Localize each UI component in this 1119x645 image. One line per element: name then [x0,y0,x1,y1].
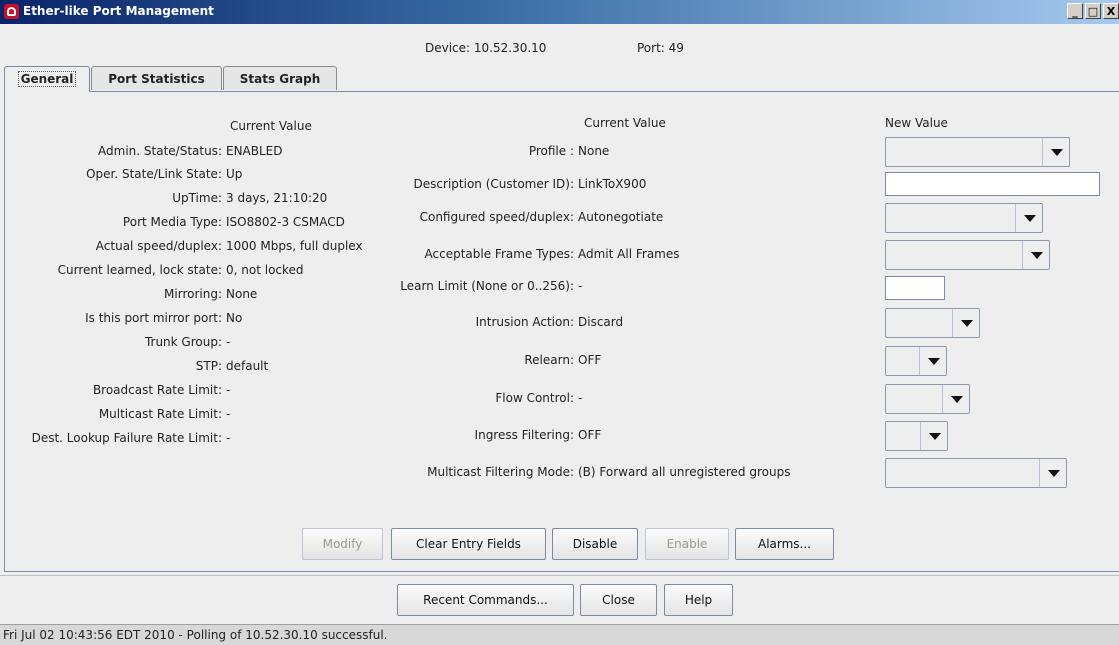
chevron-down-icon [952,309,979,337]
ingress-filtering-label: Ingress Filtering: [474,428,574,442]
new-value-header: New Value [885,116,948,130]
frame-types-select[interactable] [885,240,1050,270]
flow-control-value: - [578,391,583,405]
bottom-button-bar: Recent Commands... Close Help [0,575,1119,625]
close-window-button[interactable]: X [1103,3,1119,19]
profile-label: Profile : [528,144,574,158]
ingress-filtering-select[interactable] [885,421,948,451]
multicast-rate-label: Multicast Rate Limit: [98,407,222,421]
chevron-down-icon [1015,204,1042,232]
trunk-group-label: Trunk Group: [144,335,222,349]
mirroring-label: Mirroring: [164,287,222,301]
configured-speed-value: Autonegotiate [578,210,664,224]
ingress-filtering-value: OFF [578,428,602,442]
port-label: Port: 49 [637,41,684,55]
learned-lock-label: Current learned, lock state: [57,263,222,277]
close-button[interactable]: Close [580,584,657,616]
learn-limit-label: Learn Limit (None or 0..256): [400,279,574,293]
relearn-label: Relearn: [524,353,574,367]
window-client: Device: 10.52.30.10 Port: 49 General Por… [0,24,1119,645]
multicast-filtering-select[interactable] [885,458,1067,488]
general-panel: Current Value Admin. State/Status: ENABL… [4,91,1119,572]
left-current-value-header: Current Value [230,119,312,133]
mirror-port-label: Is this port mirror port: [85,311,222,325]
frame-types-value: Admit All Frames [578,247,680,261]
broadcast-rate-label: Broadcast Rate Limit: [92,383,222,397]
mirror-port-value: No [226,311,243,325]
description-value: LinkToX900 [578,177,647,191]
trunk-group-value: - [226,335,231,349]
window-controls: _ □ X [1067,3,1119,19]
learned-lock-value: 0, not locked [226,263,304,277]
tab-general-label: General [17,71,77,87]
app-icon [4,4,19,19]
tab-stats-graph[interactable]: Stats Graph [223,66,337,90]
minimize-button[interactable]: _ [1067,3,1083,19]
enable-button[interactable]: Enable [645,528,729,560]
broadcast-rate-value: - [226,383,231,397]
intrusion-action-select[interactable] [885,308,980,338]
flow-control-select[interactable] [885,384,970,414]
configured-speed-label: Configured speed/duplex: [419,210,574,224]
learn-limit-input[interactable] [885,276,945,300]
multicast-filtering-label: Multicast Filtering Mode: [427,465,574,479]
tab-port-statistics[interactable]: Port Statistics [91,66,222,90]
learn-limit-value: - [578,279,583,293]
dlf-rate-value: - [226,431,231,445]
dlf-rate-label: Dest. Lookup Failure Rate Limit: [31,431,222,445]
alarms-button[interactable]: Alarms... [735,528,834,560]
chevron-down-icon [1039,459,1066,487]
chevron-down-icon [1042,138,1069,166]
clear-entry-fields-button[interactable]: Clear Entry Fields [391,528,546,560]
tab-general[interactable]: General [4,66,90,92]
uptime-label: UpTime: [172,191,222,205]
flow-control-label: Flow Control: [495,391,574,405]
device-label: Device: 10.52.30.10 [425,41,547,55]
profile-select[interactable] [885,137,1070,167]
description-label: Description (Customer ID): [413,177,574,191]
chevron-down-icon [942,385,969,413]
chevron-down-icon [919,347,946,375]
relearn-select[interactable] [885,346,947,376]
stp-value: default [226,359,269,373]
stp-label: STP: [195,359,222,373]
right-current-value-header: Current Value [584,116,666,130]
uptime-value: 3 days, 21:10:20 [226,191,328,205]
modify-button[interactable]: Modify [302,528,383,560]
description-input[interactable] [885,172,1100,196]
help-button[interactable]: Help [664,584,733,616]
frame-types-label: Acceptable Frame Types: [424,247,574,261]
admin-state-value: ENABLED [226,144,283,158]
chevron-down-icon [920,422,947,450]
intrusion-action-value: Discard [578,315,624,329]
actual-speed-label: Actual speed/duplex: [95,239,222,253]
port-media-type-label: Port Media Type: [122,215,222,229]
title-bar[interactable]: Ether-like Port Management _ □ X [0,0,1119,24]
multicast-rate-value: - [226,407,231,421]
mirroring-value: None [226,287,258,301]
intrusion-action-label: Intrusion Action: [475,315,574,329]
maximize-button[interactable]: □ [1085,3,1101,19]
relearn-value: OFF [578,353,602,367]
chevron-down-icon [1022,241,1049,269]
profile-value: None [578,144,610,158]
oper-state-value: Up [226,167,243,181]
disable-button[interactable]: Disable [552,528,638,560]
multicast-filtering-value: (B) Forward all unregistered groups [578,465,791,479]
window-title: Ether-like Port Management [23,4,214,18]
admin-state-label: Admin. State/Status: [98,144,222,158]
recent-commands-button[interactable]: Recent Commands... [397,584,574,616]
configured-speed-select[interactable] [885,203,1043,233]
status-bar: Fri Jul 02 10:43:56 EDT 2010 - Polling o… [0,624,1119,645]
oper-state-label: Oper. State/Link State: [86,167,222,181]
